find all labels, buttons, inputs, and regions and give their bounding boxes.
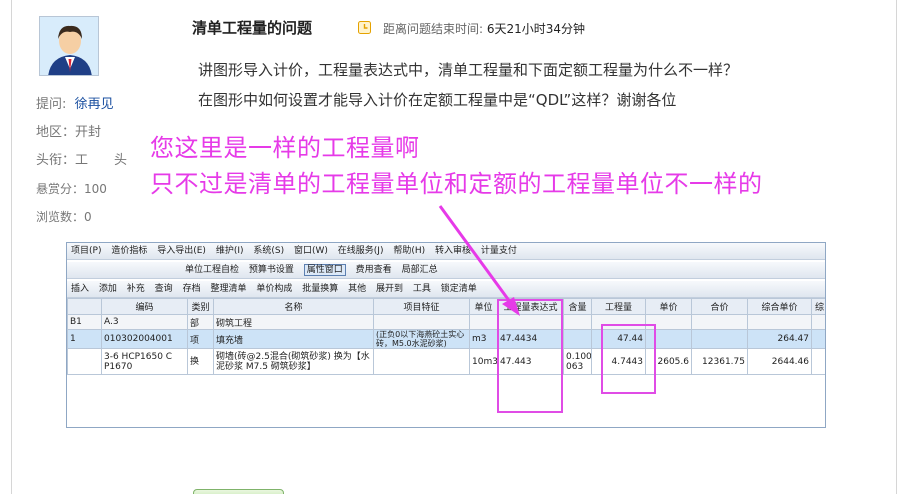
annotation-arrow — [438, 205, 520, 316]
bottom-green-button[interactable] — [193, 489, 284, 494]
